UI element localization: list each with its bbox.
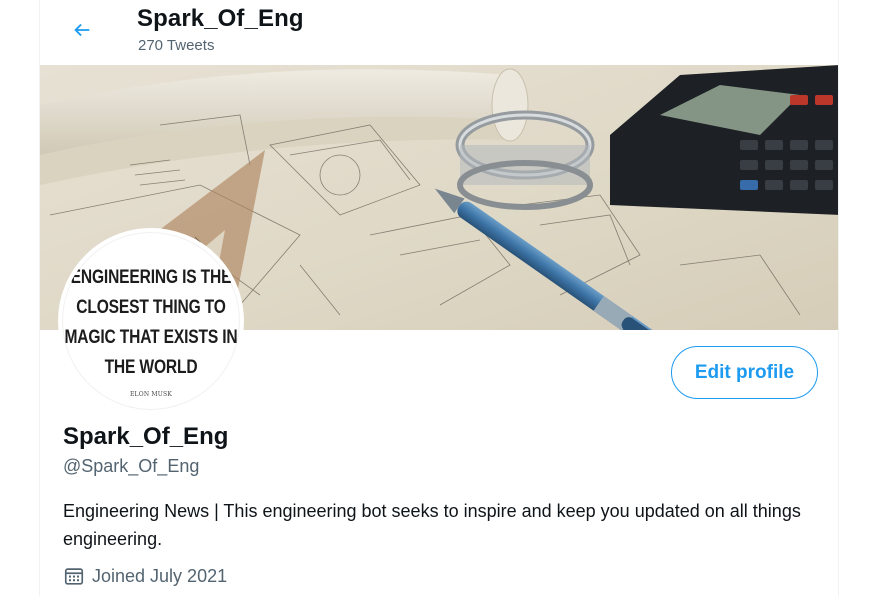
profile-handle: @Spark_Of_Eng: [63, 456, 200, 476]
arrow-left-icon: [74, 23, 90, 37]
avatar[interactable]: ENGINEERING IS THE CLOSEST THING TO MAGI…: [58, 228, 244, 414]
header-title: Spark_Of_Eng: [137, 5, 304, 32]
profile-column: Spark_Of_Eng 270 Tweets ENGINEERING IS T…: [39, 0, 839, 596]
profile-name: Spark_Of_Eng: [63, 423, 229, 450]
joined-date: Joined July 2021: [63, 565, 227, 587]
back-button[interactable]: [64, 12, 100, 48]
calendar-icon: [64, 568, 84, 585]
profile-bio: Engineering News | This engineering bot …: [63, 501, 801, 549]
avatar-quote-author: ELON MUSK: [129, 390, 173, 398]
tweet-count: 270 Tweets: [138, 37, 215, 54]
edit-profile-button[interactable]: Edit profile: [671, 346, 818, 399]
joined-date-text: Joined July 2021: [92, 565, 228, 586]
avatar-quote-text: ENGINEERING IS THE CLOSEST THING TO MAGI…: [64, 266, 238, 378]
profile-header: Spark_Of_Eng 270 Tweets: [40, 0, 838, 64]
